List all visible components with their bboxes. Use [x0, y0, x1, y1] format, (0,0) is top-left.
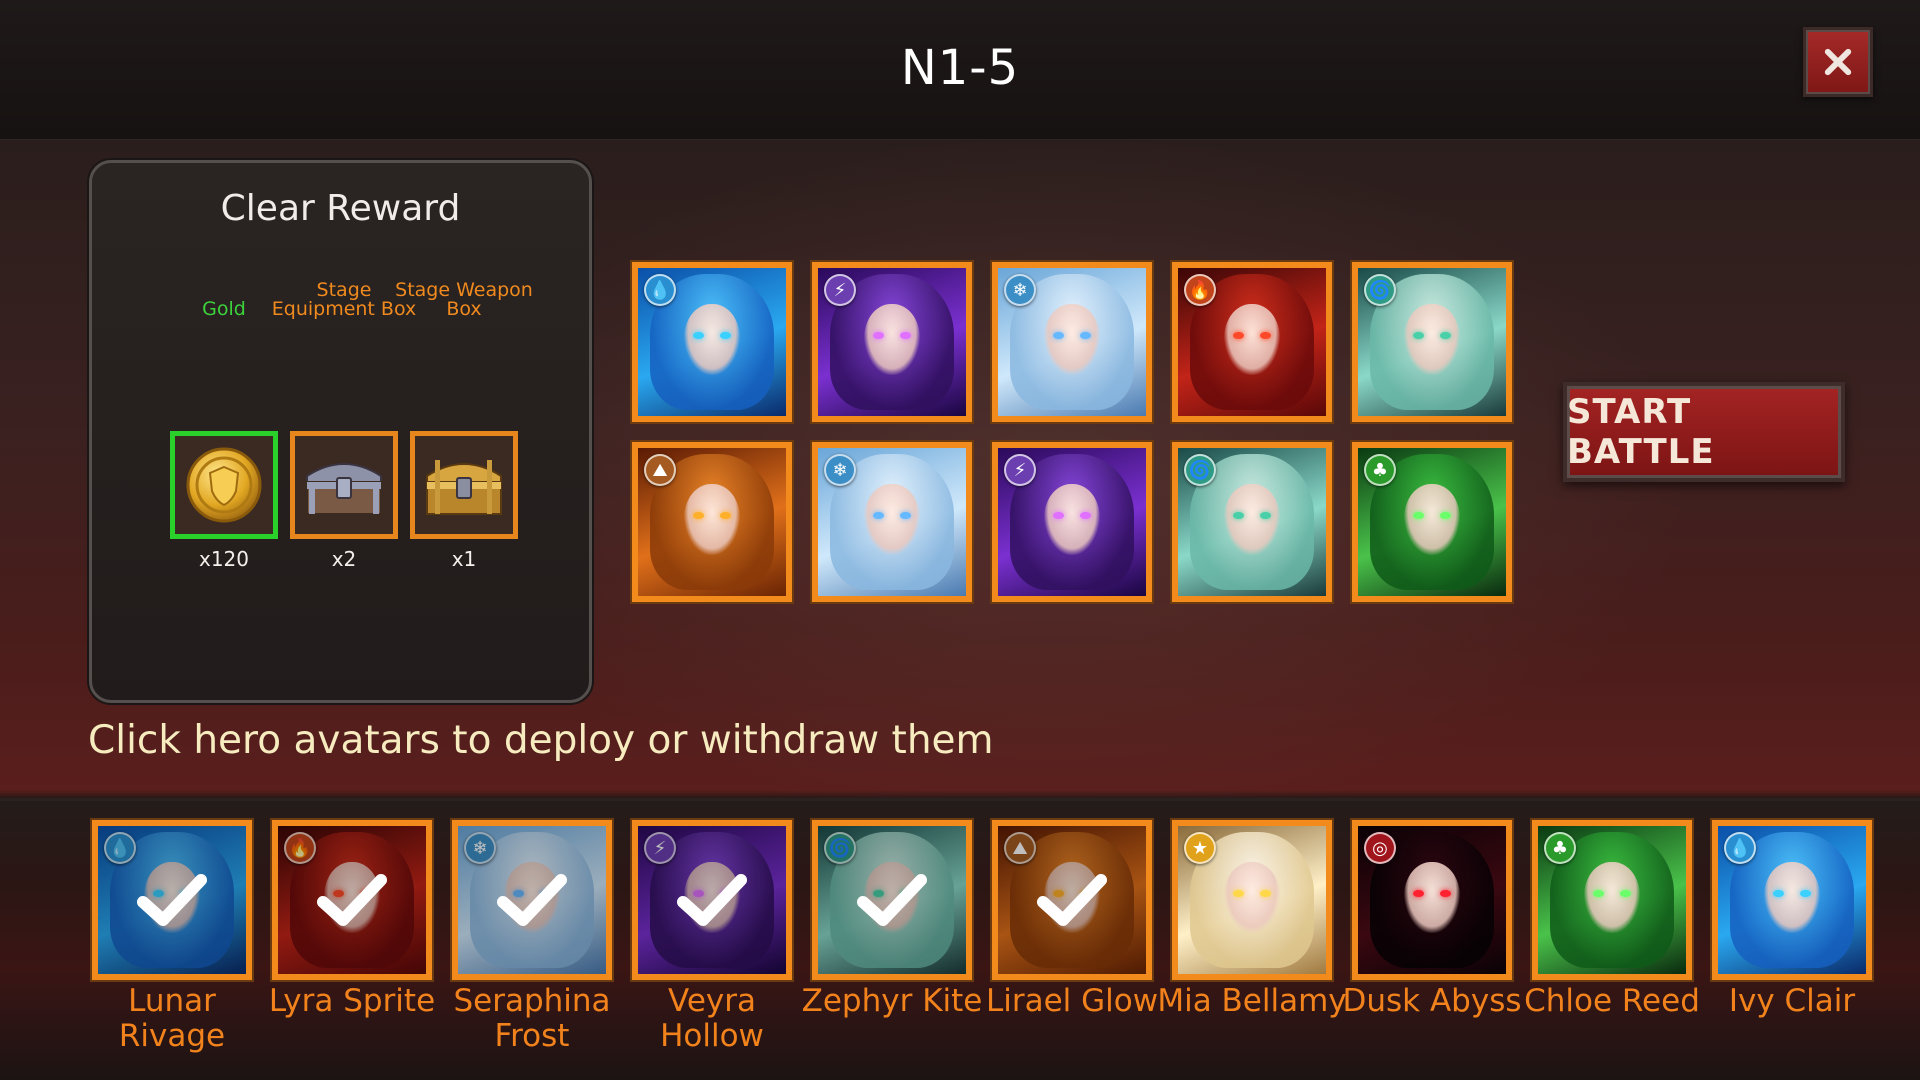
start-battle-button[interactable]: START BATTLE [1563, 382, 1845, 482]
check-icon [638, 826, 786, 974]
roster-hero-card[interactable]: ⛰ [992, 820, 1152, 980]
roster-hero-name: Seraphina Frost [453, 983, 611, 1054]
hero-face [1223, 303, 1281, 375]
snowflake-icon: ❄ [824, 454, 856, 486]
hero-eyes [1412, 511, 1452, 520]
reward-slot [170, 431, 278, 539]
equipment-chest-icon [306, 463, 382, 515]
deployed-hero-slot[interactable]: ⚡ [812, 262, 972, 422]
stage-title: N1-5 [900, 40, 1020, 96]
hero-eyes [1052, 511, 1092, 520]
hero-eyes [1232, 889, 1272, 898]
roster-hero-card[interactable]: 🔥 [272, 820, 432, 980]
hero-face [1403, 483, 1461, 555]
dark-swirl-icon: ◎ [1364, 832, 1396, 864]
hero-eyes [1232, 331, 1272, 340]
roster-hero-card[interactable]: 💧 [1712, 820, 1872, 980]
hero-face [1043, 483, 1101, 555]
instruction-text: Click hero avatars to deploy or withdraw… [88, 718, 994, 763]
hero-face [1403, 303, 1461, 375]
close-icon [1824, 48, 1852, 76]
lightning-icon: ⚡ [1004, 454, 1036, 486]
snowflake-icon: ❄ [1004, 274, 1036, 306]
reward-quantity: x1 [451, 547, 477, 571]
wind-icon: 🌀 [1184, 454, 1216, 486]
deployed-hero-slot[interactable]: 🌀 [1172, 442, 1332, 602]
roster-hero-card[interactable]: ⚡ [632, 820, 792, 980]
hero-face [1223, 483, 1281, 555]
roster-hero-name: Zephyr Kite [801, 983, 983, 1019]
roster-hero-card[interactable]: ♣ [1532, 820, 1692, 980]
close-button[interactable] [1803, 27, 1873, 97]
check-icon [998, 826, 1146, 974]
deployed-hero-slot[interactable]: ⛰ [632, 442, 792, 602]
reward-slot [410, 431, 518, 539]
deployed-hero-slot[interactable]: ❄ [812, 442, 972, 602]
star-icon: ★ [1184, 832, 1216, 864]
hero-eyes [1592, 889, 1632, 898]
tree-icon: ♣ [1544, 832, 1576, 864]
roster-hero-name: Lyra Sprite [268, 983, 436, 1019]
deployed-hero-slot[interactable]: ⚡ [992, 442, 1152, 602]
reward-slot [290, 431, 398, 539]
hero-face [1223, 861, 1281, 933]
roster-hero-name: Veyra Hollow [660, 983, 764, 1054]
wind-icon: 🌀 [1364, 274, 1396, 306]
hero-face [1403, 861, 1461, 933]
hero-face [1763, 861, 1821, 933]
hero-eyes [1772, 889, 1812, 898]
hero-eyes [1412, 889, 1452, 898]
weapon-chest-icon [426, 460, 502, 515]
reward-quantity: x2 [331, 547, 357, 571]
roster-hero-card[interactable]: 💧 [92, 820, 252, 980]
check-icon [278, 826, 426, 974]
hero-eyes [872, 511, 912, 520]
deployed-hero-slot[interactable]: 🔥 [1172, 262, 1332, 422]
check-icon [458, 826, 606, 974]
hero-eyes [1412, 331, 1452, 340]
roster-hero-name: Lirael Glow [985, 983, 1159, 1019]
lightning-icon: ⚡ [824, 274, 856, 306]
water-drop-icon: 💧 [644, 274, 676, 306]
hero-face [683, 483, 741, 555]
roster-hero-name: Lunar Rivage [118, 983, 226, 1054]
roster-hero-name: Dusk Abyss [1342, 983, 1522, 1019]
roster-hero-name: Ivy Clair [1728, 983, 1856, 1019]
gold-coin-icon [186, 447, 262, 523]
fire-icon: 🔥 [1184, 274, 1216, 306]
reward-quantity: x120 [198, 547, 249, 571]
check-icon [818, 826, 966, 974]
clear-reward-title: Clear Reward [220, 188, 461, 229]
hero-eyes [872, 331, 912, 340]
deployed-hero-slot[interactable]: ♣ [1352, 442, 1512, 602]
deployed-hero-slot[interactable]: 🌀 [1352, 262, 1512, 422]
hero-face [863, 483, 921, 555]
deployed-hero-slot[interactable]: 💧 [632, 262, 792, 422]
battle-prep-screen: N1-5 Clear Reward Gold x120 Stage Equipm… [0, 0, 1920, 1080]
check-icon [98, 826, 246, 974]
roster-hero-card[interactable]: ★ [1172, 820, 1332, 980]
roster-hero-card[interactable]: ❄ [452, 820, 612, 980]
deployed-hero-slot[interactable]: ❄ [992, 262, 1152, 422]
hero-eyes [692, 511, 732, 520]
reward-name: Stage Weapon Box [395, 279, 533, 320]
clear-reward-panel: Clear Reward Gold x120 Stage Equipment B… [89, 160, 592, 703]
roster-hero-name: Chloe Reed [1524, 983, 1700, 1019]
hero-face [683, 303, 741, 375]
hero-eyes [692, 331, 732, 340]
roster-hero-card[interactable]: ◎ [1352, 820, 1512, 980]
earth-icon: ⛰ [644, 454, 676, 486]
roster-hero-card[interactable]: 🌀 [812, 820, 972, 980]
roster-hero-name: Mia Bellamy [1157, 983, 1347, 1019]
hero-face [863, 303, 921, 375]
tree-icon: ♣ [1364, 454, 1396, 486]
hero-eyes [1052, 331, 1092, 340]
hero-face [1043, 303, 1101, 375]
water-drop-icon: 💧 [1724, 832, 1756, 864]
hero-eyes [1232, 511, 1272, 520]
hero-face [1583, 861, 1641, 933]
